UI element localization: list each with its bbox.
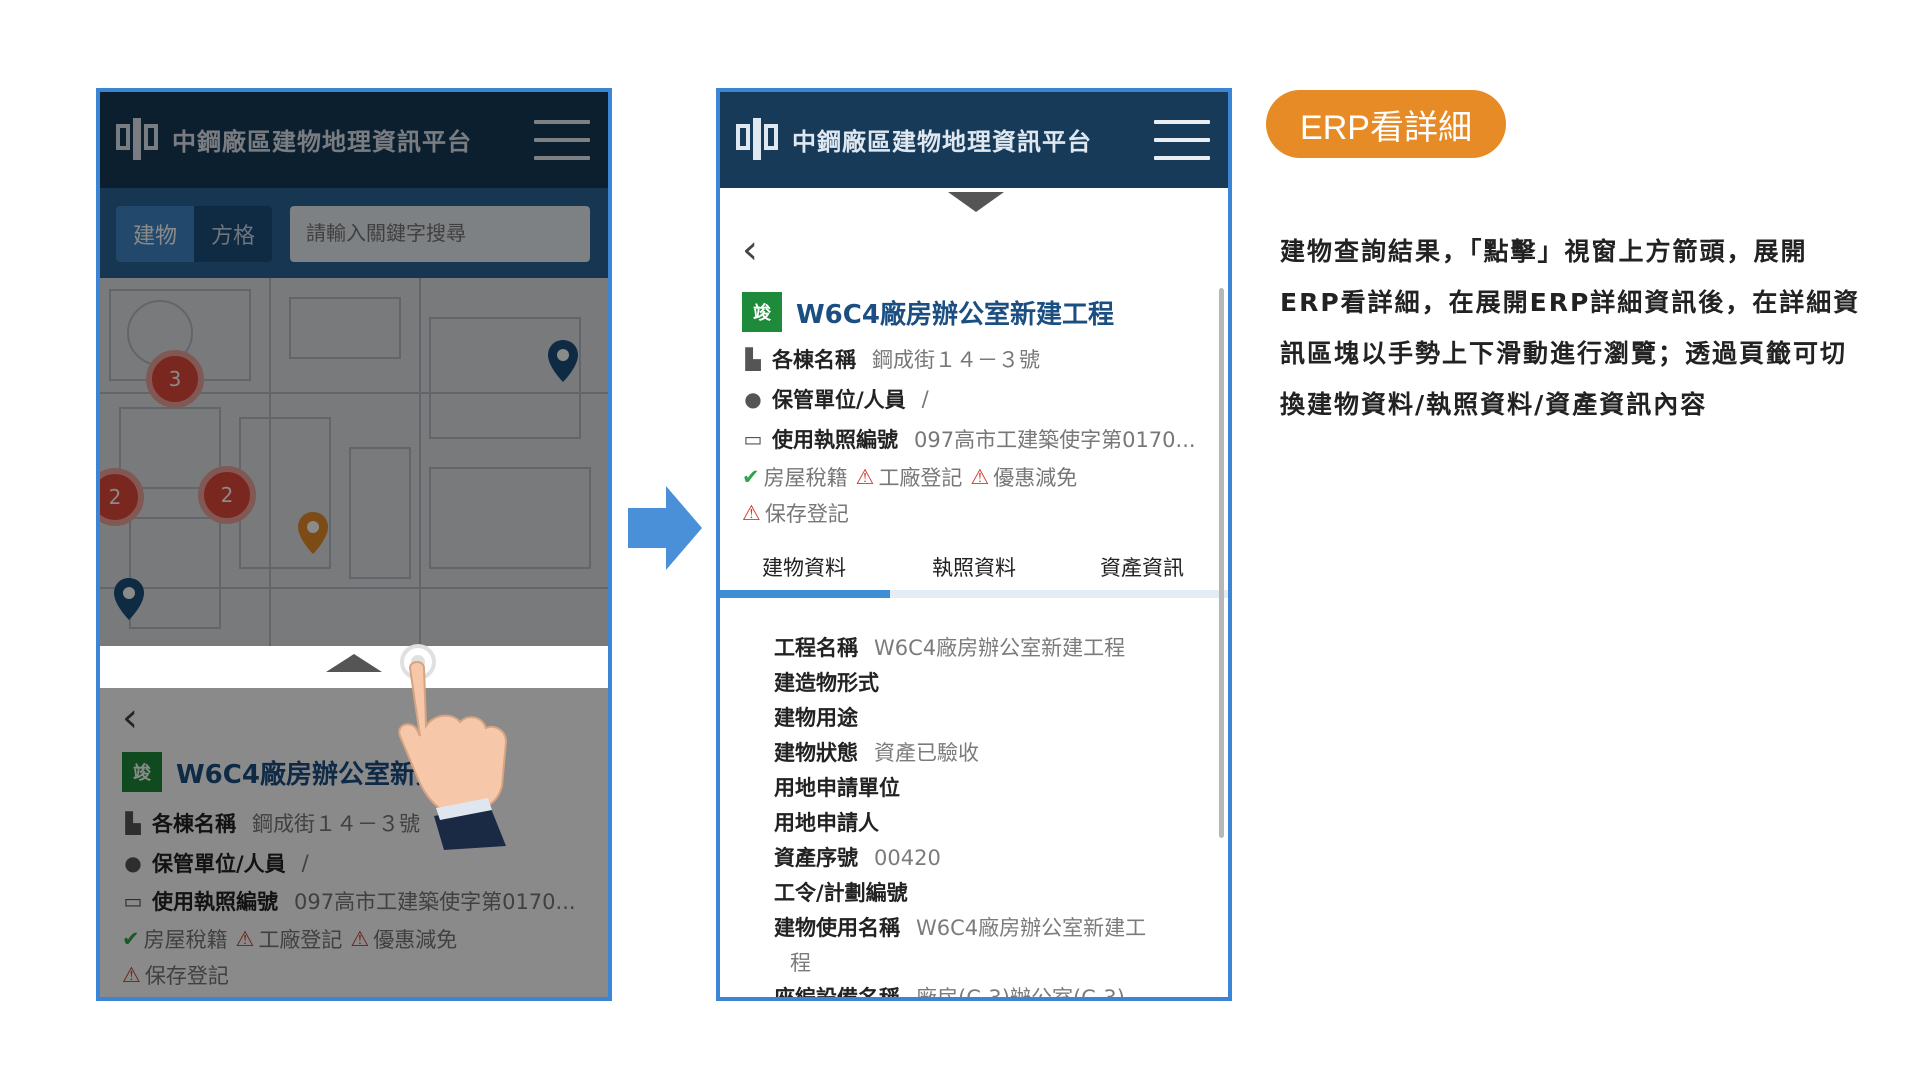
csc-logo-icon <box>736 118 778 160</box>
warning-icon: ⚠ <box>742 501 761 525</box>
app-header: 中鋼廠區建物地理資訊平台 <box>720 92 1228 188</box>
expand-handle-bar[interactable] <box>100 646 608 688</box>
field-row: 座編設備名稱 廠房(C-3)辦公室(C-3) <box>774 986 1125 1001</box>
tab-license-info[interactable]: 執照資料 <box>932 552 1016 582</box>
back-chevron-icon[interactable]: ‹ <box>742 230 770 270</box>
phone-screen-expanded: 中鋼廠區建物地理資訊平台 ‹ 竣 W6C4廠房辦公室新建工程 ▙ 各棟名稱 鋼成… <box>716 88 1232 1001</box>
tap-hand-icon <box>398 644 508 850</box>
erp-detail-badge: ERP看詳細 <box>1266 90 1506 158</box>
description-line: 訊區塊以手勢上下滑動進行瀏覽；透過頁籤可切 <box>1280 339 1848 368</box>
description-line: ERP看詳細，在展開ERP詳細資訊後，在詳細資 <box>1280 288 1861 317</box>
building-name-value: 鋼成街１４－３號 <box>872 348 1040 372</box>
custodian-value: / <box>921 387 929 411</box>
scrollbar[interactable] <box>1219 288 1224 838</box>
description-line: 換建物資料/執照資料/資產資訊內容 <box>1280 390 1708 419</box>
field-row: 工令/計劃編號 <box>774 881 908 905</box>
license-value: 097高市工建築使字第0170... <box>914 428 1196 452</box>
field-row: 程 <box>790 951 811 975</box>
tab-indicator-track <box>720 590 1228 598</box>
description-text: 建物查詢結果，「點擊」視窗上方箭頭，展開 ERP看詳細，在展開ERP詳細資訊後，… <box>1280 226 1900 430</box>
building-icon: ▙ <box>745 347 761 371</box>
field-row: 用地申請人 <box>774 811 879 835</box>
field-row: 工程名稱 W6C4廠房辦公室新建工程 <box>774 636 1126 660</box>
right-arrow-icon <box>628 486 702 570</box>
field-row: 建物狀態 資產已驗收 <box>774 741 979 765</box>
field-row: 建造物形式 <box>774 671 879 695</box>
license-label: 使用執照編號 <box>772 428 898 452</box>
id-card-icon: ▭ <box>743 427 763 451</box>
expand-up-arrow-icon[interactable] <box>326 654 382 672</box>
app-title: 中鋼廠區建物地理資訊平台 <box>792 128 1092 156</box>
description-line: 建物查詢結果，「點擊」視窗上方箭頭，展開 <box>1280 237 1808 266</box>
flag-preserve: 保存登記 <box>764 502 849 526</box>
flag-factory: 工廠登記 <box>878 466 963 490</box>
tab-indicator-active <box>720 590 890 598</box>
dim-overlay <box>100 92 608 997</box>
flag-tax: 房屋稅籍 <box>763 466 848 490</box>
warning-icon: ⚠ <box>855 465 875 489</box>
phone-screen-collapsed: 中鋼廠區建物地理資訊平台 建物 方格 3 <box>96 88 612 1001</box>
hamburger-menu-icon[interactable] <box>1154 120 1210 160</box>
project-title[interactable]: W6C4廠房辦公室新建工程 <box>796 294 1114 331</box>
field-row: 資產序號 00420 <box>774 846 941 870</box>
warning-icon: ⚠ <box>970 465 990 489</box>
custodian-label: 保管單位/人員 <box>772 388 906 412</box>
status-badge: 竣 <box>742 292 782 332</box>
building-name-label: 各棟名稱 <box>772 348 856 372</box>
tab-asset-info[interactable]: 資產資訊 <box>1100 552 1184 582</box>
detail-panel-expanded: ‹ 竣 W6C4廠房辦公室新建工程 ▙ 各棟名稱 鋼成街１４－３號 ● 保管單位… <box>720 222 1228 552</box>
field-row: 建物使用名稱 W6C4廠房辦公室新建工 <box>774 916 1147 940</box>
flag-discount: 優惠減免 <box>993 466 1078 490</box>
user-icon: ● <box>744 387 762 411</box>
check-icon: ✔ <box>742 465 760 489</box>
collapse-down-arrow-icon[interactable] <box>948 192 1004 212</box>
detail-tabs: 建物資料 執照資料 資產資訊 <box>720 552 1228 592</box>
field-row: 用地申請單位 <box>774 776 900 800</box>
tab-building-info[interactable]: 建物資料 <box>762 552 846 582</box>
field-row: 建物用途 <box>774 706 858 730</box>
